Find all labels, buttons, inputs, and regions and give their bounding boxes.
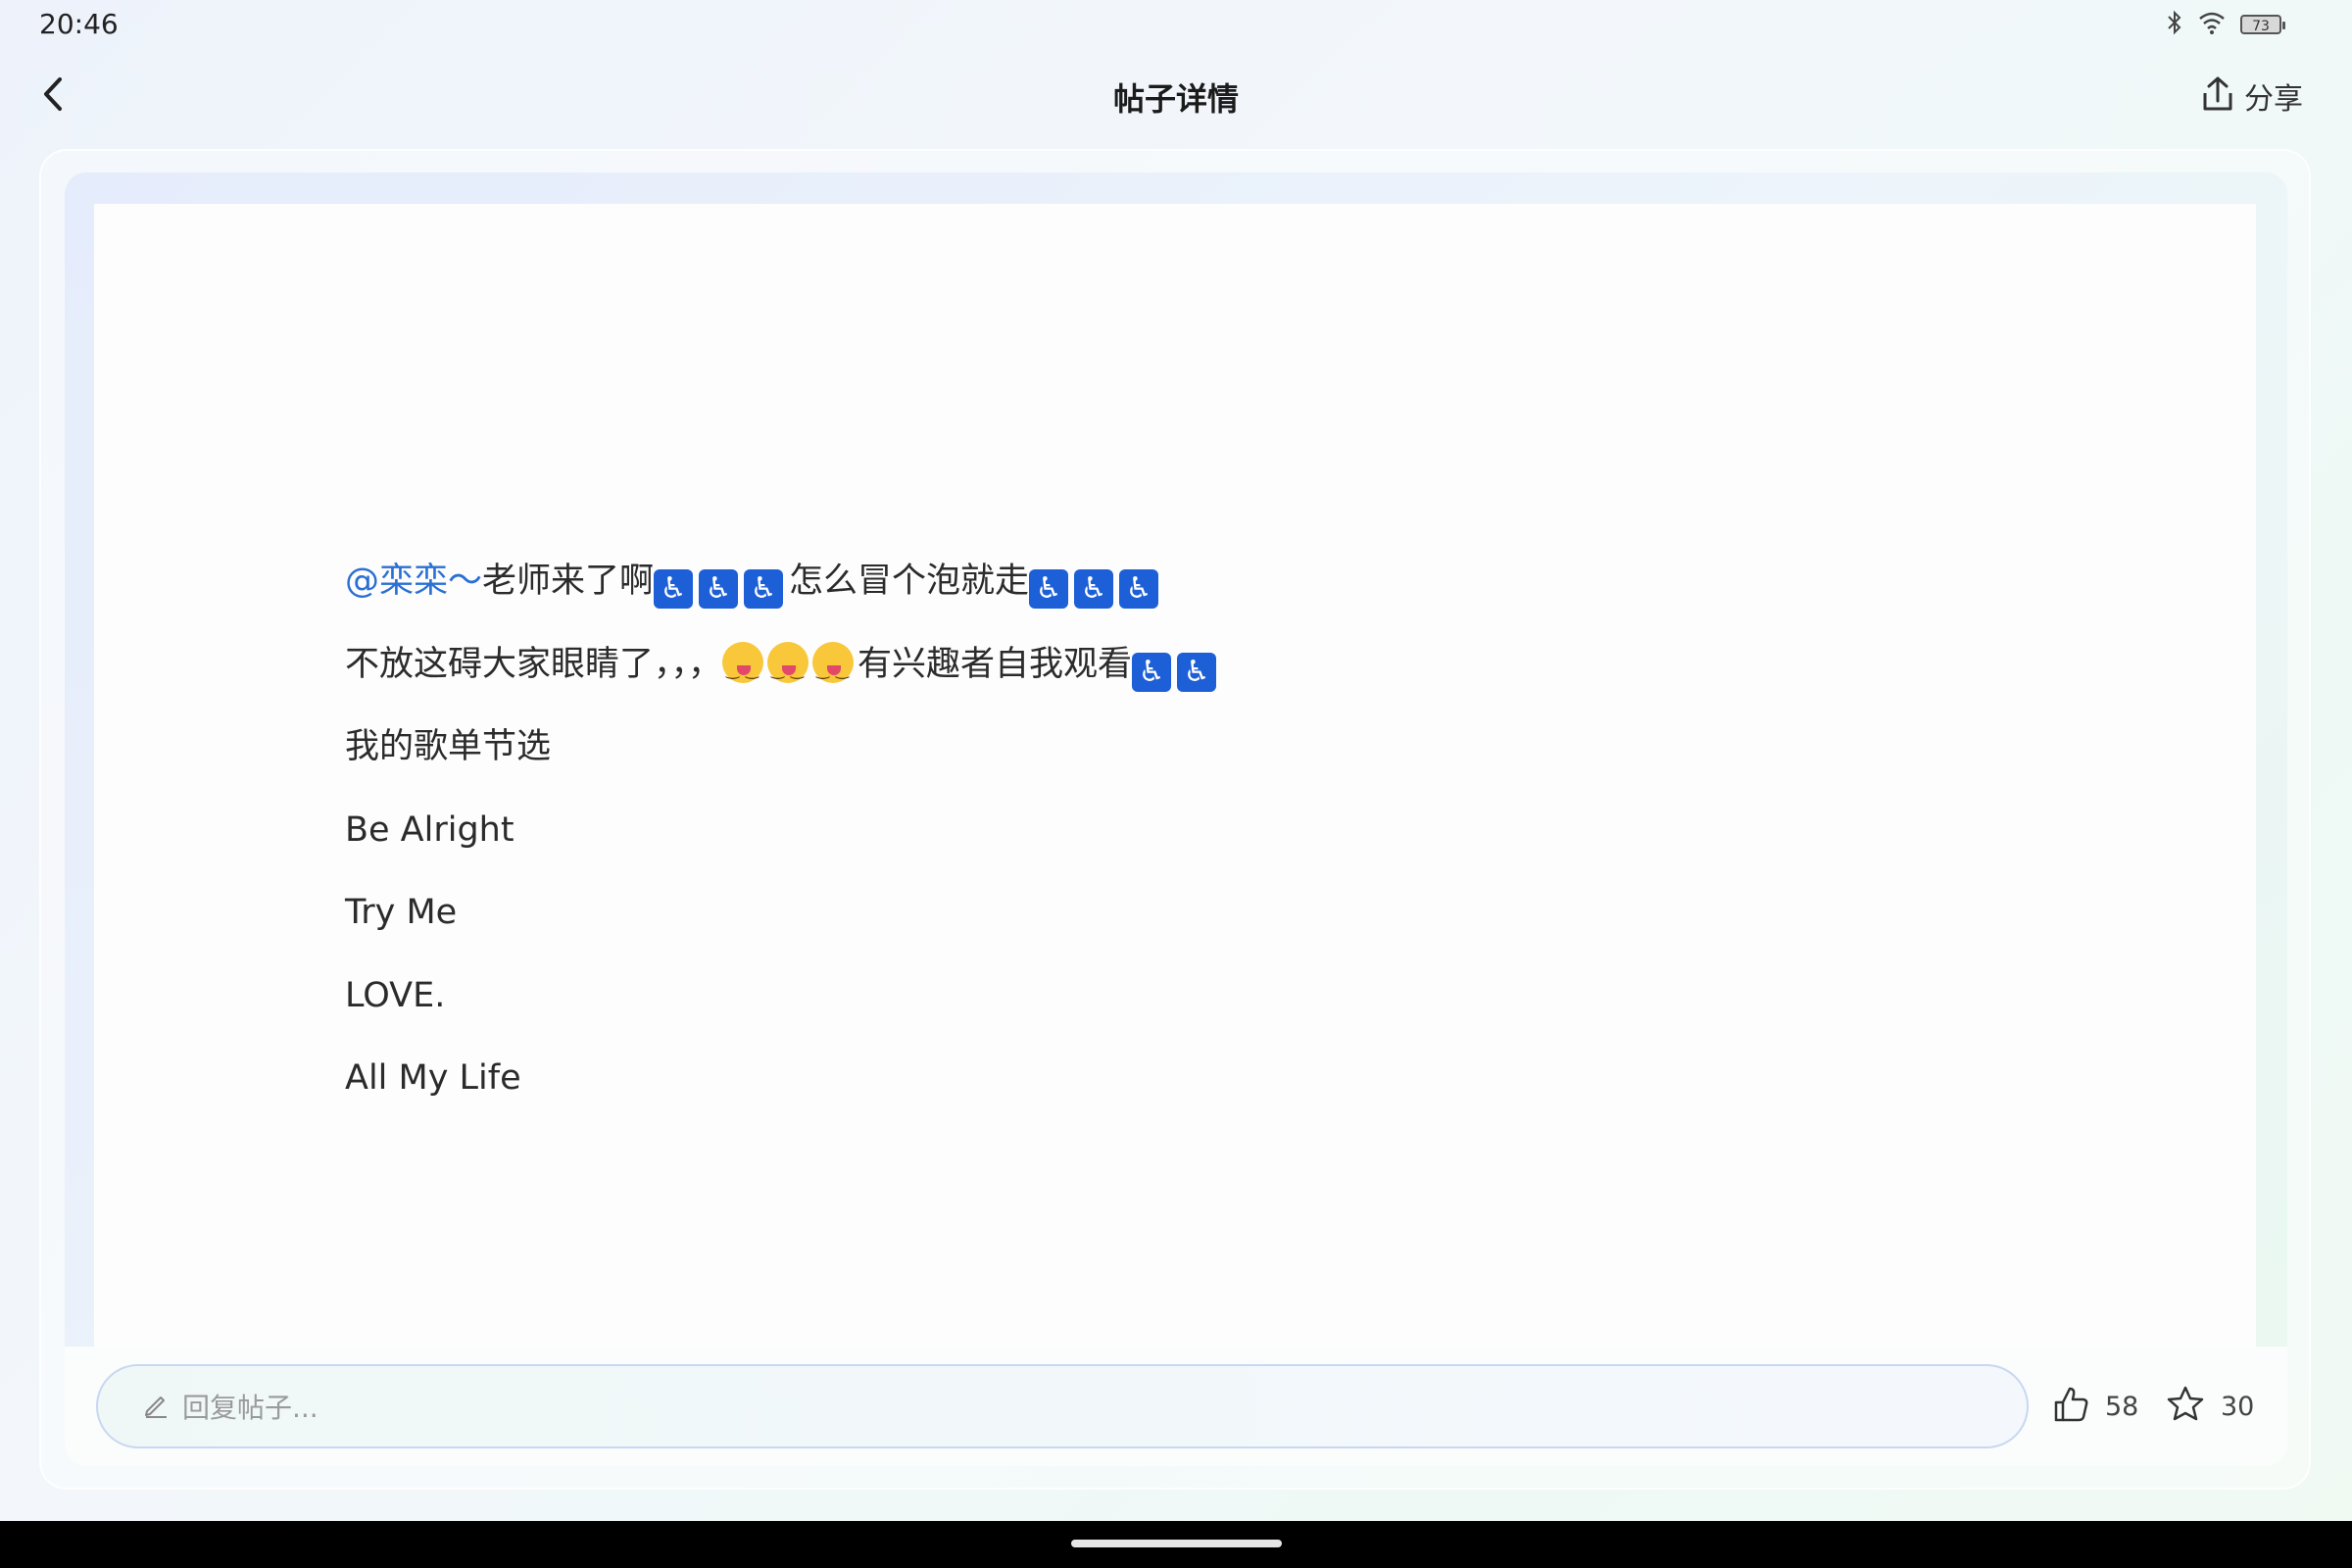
favorite-count: 30 <box>2221 1391 2255 1422</box>
post-text-segment: 怎么冒个泡就走 <box>789 562 1030 601</box>
yum-face-emoji-icon <box>812 641 855 695</box>
thumbs-up-icon <box>2052 1385 2089 1428</box>
wheelchair-emoji-icon: ♿ <box>654 569 694 609</box>
wheelchair-emoji-icon: ♿ <box>1029 569 1069 609</box>
wheelchair-emoji-icon: ♿ <box>699 569 739 609</box>
wifi-icon <box>2197 10 2227 39</box>
reply-placeholder: 回复帖子... <box>182 1392 318 1424</box>
post-text-segment: 有兴趣者自我观看 <box>858 644 1133 684</box>
bluetooth-icon <box>2166 10 2183 39</box>
post-text-segment: 老师来了啊 <box>482 562 655 601</box>
wheelchair-emoji-icon: ♿ <box>1177 652 1217 692</box>
star-icon <box>2166 1385 2205 1428</box>
like-button[interactable]: 58 <box>2052 1384 2138 1429</box>
status-time: 20:46 <box>39 8 119 40</box>
header: 帖子详情 分享 <box>0 59 2352 133</box>
share-icon <box>2201 75 2234 117</box>
yum-face-emoji-icon <box>722 641 764 695</box>
share-button[interactable]: 分享 <box>2201 74 2303 118</box>
favorite-button[interactable]: 30 <box>2166 1384 2254 1429</box>
song-item: LOVE. <box>345 975 446 1015</box>
home-indicator[interactable] <box>1071 1540 1282 1547</box>
song-item: Try Me <box>345 893 458 932</box>
post-body: @栾栾～老师来了啊♿♿♿怎么冒个泡就走♿♿♿ 不放这碍大家眼睛了，，，有兴趣者自… <box>345 557 1222 1137</box>
page-title: 帖子详情 <box>1112 80 1239 118</box>
system-nav-bar <box>0 1521 2352 1568</box>
bottom-action-bar: 回复帖子... 58 30 <box>65 1347 2287 1466</box>
user-mention-link[interactable]: @栾栾～ <box>345 562 482 601</box>
battery-icon: 73 <box>2240 15 2285 34</box>
pencil-icon <box>141 1390 171 1423</box>
wheelchair-emoji-icon: ♿ <box>744 569 784 609</box>
wheelchair-emoji-icon: ♿ <box>1132 652 1172 692</box>
yum-face-emoji-icon <box>767 641 809 695</box>
share-label: 分享 <box>2244 82 2303 117</box>
song-item: Be Alright <box>345 809 514 850</box>
like-count: 58 <box>2105 1391 2139 1422</box>
status-icons: 73 <box>2166 8 2285 41</box>
post-line-1: @栾栾～老师来了啊 ♿ ♿ ♿ 怎么冒个泡就走 ♿ ♿ ♿ <box>345 557 1222 640</box>
post-line-3: 我的歌单节选 <box>345 727 552 766</box>
post-line-2: 不放这碍大家眼睛了，，，有兴趣者自我观看♿♿ <box>345 640 1222 723</box>
wheelchair-emoji-icon: ♿ <box>1074 569 1114 609</box>
reply-input[interactable]: 回复帖子... <box>96 1364 2029 1448</box>
wheelchair-emoji-icon: ♿ <box>1119 569 1159 609</box>
status-bar: 20:46 73 <box>0 0 2352 51</box>
post-text-segment: 不放这碍大家眼睛了，，， <box>345 644 723 684</box>
song-item: All My Life <box>345 1058 521 1098</box>
